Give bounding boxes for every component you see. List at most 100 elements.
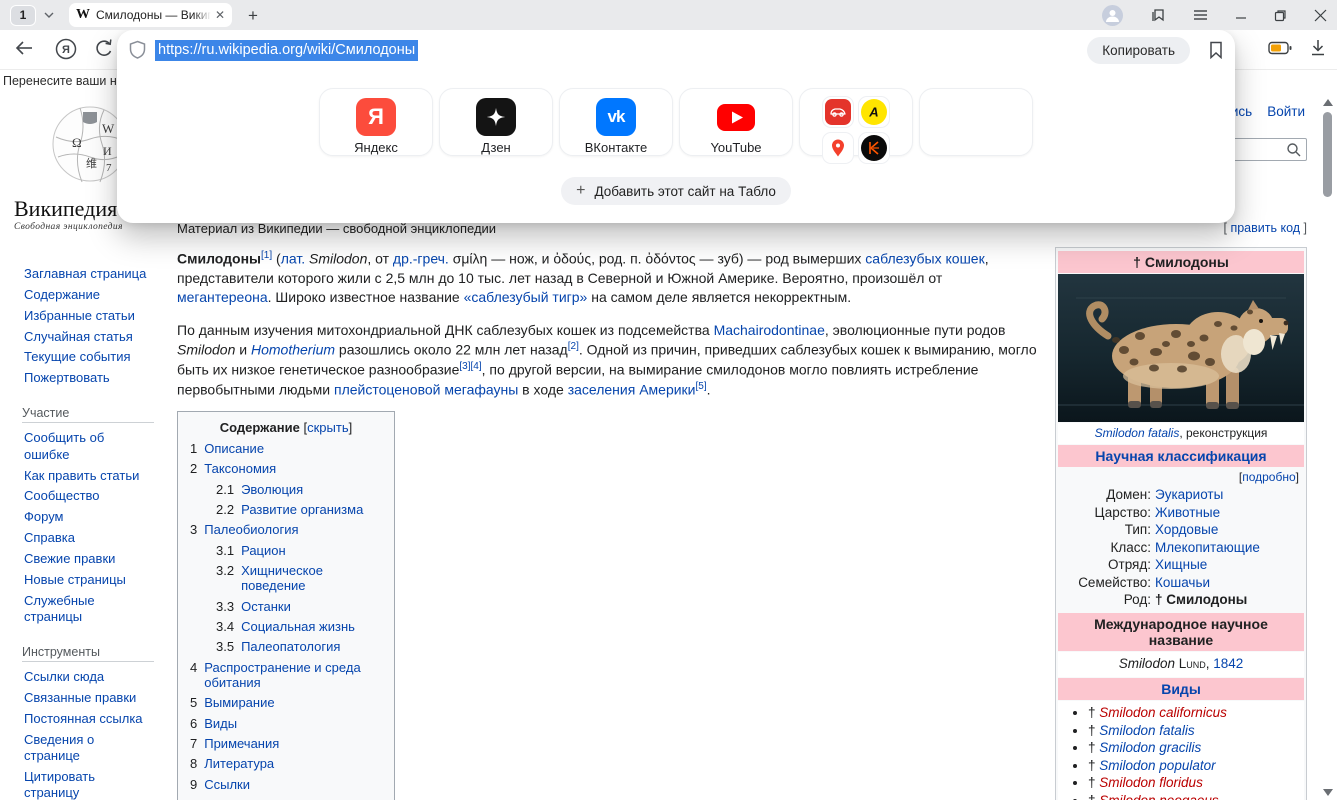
smilodon-reconstruction-image[interactable]	[1058, 274, 1304, 422]
menu-icon[interactable]	[1193, 9, 1208, 21]
toc-item[interactable]: 1Описание	[190, 441, 382, 456]
sidebar-link[interactable]: Справка	[24, 530, 152, 546]
sidebar-link[interactable]: Текущие события	[24, 349, 152, 365]
sidebar-link[interactable]: Сведения о странице	[24, 732, 152, 765]
toc-link[interactable]: Распространение и среда обитания	[204, 660, 382, 690]
text-link[interactable]: др.-греч.	[393, 251, 449, 267]
toc-item[interactable]: 4Распространение и среда обитания	[190, 660, 382, 690]
toc-link[interactable]: Останки	[241, 599, 291, 614]
minimize-window-icon[interactable]	[1235, 9, 1247, 21]
sidebar-link[interactable]: Постоянная ссылка	[24, 711, 152, 727]
edit-source-link[interactable]: править код	[1230, 221, 1300, 235]
sidebar-link[interactable]: Служебные страницы	[24, 593, 152, 626]
toc-link[interactable]: Примечания	[204, 736, 279, 751]
toc-item[interactable]: 8Литература	[190, 756, 382, 771]
scrollbar-up-arrow[interactable]	[1323, 99, 1333, 106]
page-scrollbar[interactable]	[1320, 95, 1335, 800]
text-link[interactable]: Smilodon fatalis	[1095, 426, 1180, 440]
downloads-icon[interactable]	[1310, 39, 1326, 62]
scrollbar-thumb[interactable]	[1323, 112, 1332, 197]
text-link[interactable]: Machairodontinae	[714, 322, 825, 338]
toc-link[interactable]: Ссылки	[204, 777, 250, 792]
text-link[interactable]: саблезубых кошек	[865, 251, 984, 267]
toc-item[interactable]: 9Ссылки	[190, 777, 382, 792]
toc-item[interactable]: 2.1Эволюция	[190, 482, 382, 497]
sidebar-link[interactable]: Свежие правки	[24, 551, 152, 567]
toc-link[interactable]: Литература	[204, 756, 274, 771]
battery-saver-icon[interactable]	[1268, 41, 1292, 60]
text-link[interactable]: мегантереона	[177, 289, 268, 305]
chevron-down-icon[interactable]	[43, 9, 55, 21]
toc-item[interactable]: 6Виды	[190, 716, 382, 731]
tablo-tile-yandex[interactable]: Я Яндекс	[319, 88, 433, 156]
toc-link[interactable]: Палеопатология	[241, 639, 340, 654]
text-link[interactable]: заселения Америки	[568, 382, 696, 398]
yandex-home-button[interactable]: Я	[55, 38, 77, 65]
toc-link[interactable]: Вымирание	[204, 695, 274, 710]
text-link[interactable]: [5]	[696, 381, 707, 392]
sidebar-link[interactable]: Заглавная страница	[24, 266, 152, 282]
toc-item[interactable]: 5Вымирание	[190, 695, 382, 710]
scrollbar-down-arrow[interactable]	[1323, 789, 1333, 796]
toc-item[interactable]: 3.3Останки	[190, 599, 382, 614]
collections-icon[interactable]	[1150, 7, 1166, 23]
toc-link[interactable]: Рацион	[241, 543, 286, 558]
toc-item[interactable]: 3.2Хищническое поведение	[190, 563, 382, 593]
taxon-value[interactable]: Эукариоты	[1155, 487, 1304, 502]
site-security-shield-icon[interactable]	[129, 40, 146, 60]
species-link[interactable]: Smilodon californicus	[1099, 705, 1227, 720]
refresh-button[interactable]	[94, 38, 114, 65]
text-link[interactable]: 1842	[1213, 656, 1243, 671]
toc-hide-link[interactable]: скрыть	[307, 420, 349, 435]
tablo-tile-group[interactable]: A	[799, 88, 913, 156]
sidebar-link[interactable]: Сообщить об ошибке	[24, 430, 152, 463]
sidebar-link[interactable]: Сообщество	[24, 488, 152, 504]
close-window-icon[interactable]	[1314, 9, 1327, 22]
toc-link[interactable]: Социальная жизнь	[241, 619, 355, 634]
add-to-tablo-button[interactable]: + Добавить этот сайт на Табло	[561, 177, 791, 205]
address-bar-url[interactable]: https://ru.wikipedia.org/wiki/Смилодоны	[155, 40, 418, 61]
text-link[interactable]: «саблезубый тигр»	[464, 289, 588, 305]
taxon-value[interactable]: Млекопитающие	[1155, 540, 1304, 555]
toc-link[interactable]: Виды	[204, 716, 237, 731]
toc-item[interactable]: 3.4Социальная жизнь	[190, 619, 382, 634]
toc-item[interactable]: 3.1Рацион	[190, 543, 382, 558]
map-pin-icon[interactable]	[822, 132, 854, 164]
species-link[interactable]: Smilodon floridus	[1099, 775, 1203, 790]
text-link[interactable]: [2]	[568, 341, 579, 352]
sidebar-link[interactable]: Новые страницы	[24, 572, 152, 588]
sidebar-link[interactable]: Случайная статья	[24, 329, 152, 345]
species-link[interactable]: Smilodon neogaeus	[1099, 793, 1218, 800]
tab-close-icon[interactable]: ✕	[215, 8, 225, 22]
sidebar-link[interactable]: Пожертвовать	[24, 370, 152, 386]
tablo-tile-vk[interactable]: vk ВКонтакте	[559, 88, 673, 156]
bookmark-flag-icon[interactable]	[1209, 41, 1223, 59]
toc-item[interactable]: 2.2Развитие организма	[190, 502, 382, 517]
toc-link[interactable]: Палеобиология	[204, 522, 298, 537]
tablo-tile-empty[interactable]	[919, 88, 1033, 156]
toc-link[interactable]: Таксономия	[204, 461, 276, 476]
sidebar-link[interactable]: Связанные правки	[24, 690, 152, 706]
kinopoisk-icon[interactable]	[858, 132, 890, 164]
text-link[interactable]: Homotherium	[251, 342, 335, 358]
species-link[interactable]: Smilodon gracilis	[1099, 740, 1201, 755]
sidebar-link[interactable]: Форум	[24, 509, 152, 525]
sidebar-link[interactable]: Цитировать страницу	[24, 769, 152, 800]
login-link[interactable]: Войти	[1267, 104, 1305, 119]
taxon-value[interactable]: Кошачьи	[1155, 575, 1304, 590]
toc-link[interactable]: Эволюция	[241, 482, 303, 497]
avito-letter-a-icon[interactable]: A	[858, 96, 890, 128]
sidebar-link[interactable]: Избранные статьи	[24, 308, 152, 324]
sidebar-link[interactable]: Как править статьи	[24, 468, 152, 484]
text-link[interactable]: [1]	[261, 250, 272, 261]
new-tab-button[interactable]: +	[248, 7, 258, 24]
toc-link[interactable]: Развитие организма	[241, 502, 363, 517]
taxon-value[interactable]: Хордовые	[1155, 522, 1304, 537]
toc-item[interactable]: 3Палеобиология	[190, 522, 382, 537]
species-link[interactable]: Smilodon populator	[1099, 758, 1215, 773]
taxon-value[interactable]: Хищные	[1155, 557, 1304, 572]
text-link[interactable]: лат.	[281, 251, 305, 267]
text-link[interactable]: [3][4]	[459, 361, 481, 372]
detail-link[interactable]: подробно	[1242, 470, 1295, 484]
tablo-tile-youtube[interactable]: YouTube	[679, 88, 793, 156]
